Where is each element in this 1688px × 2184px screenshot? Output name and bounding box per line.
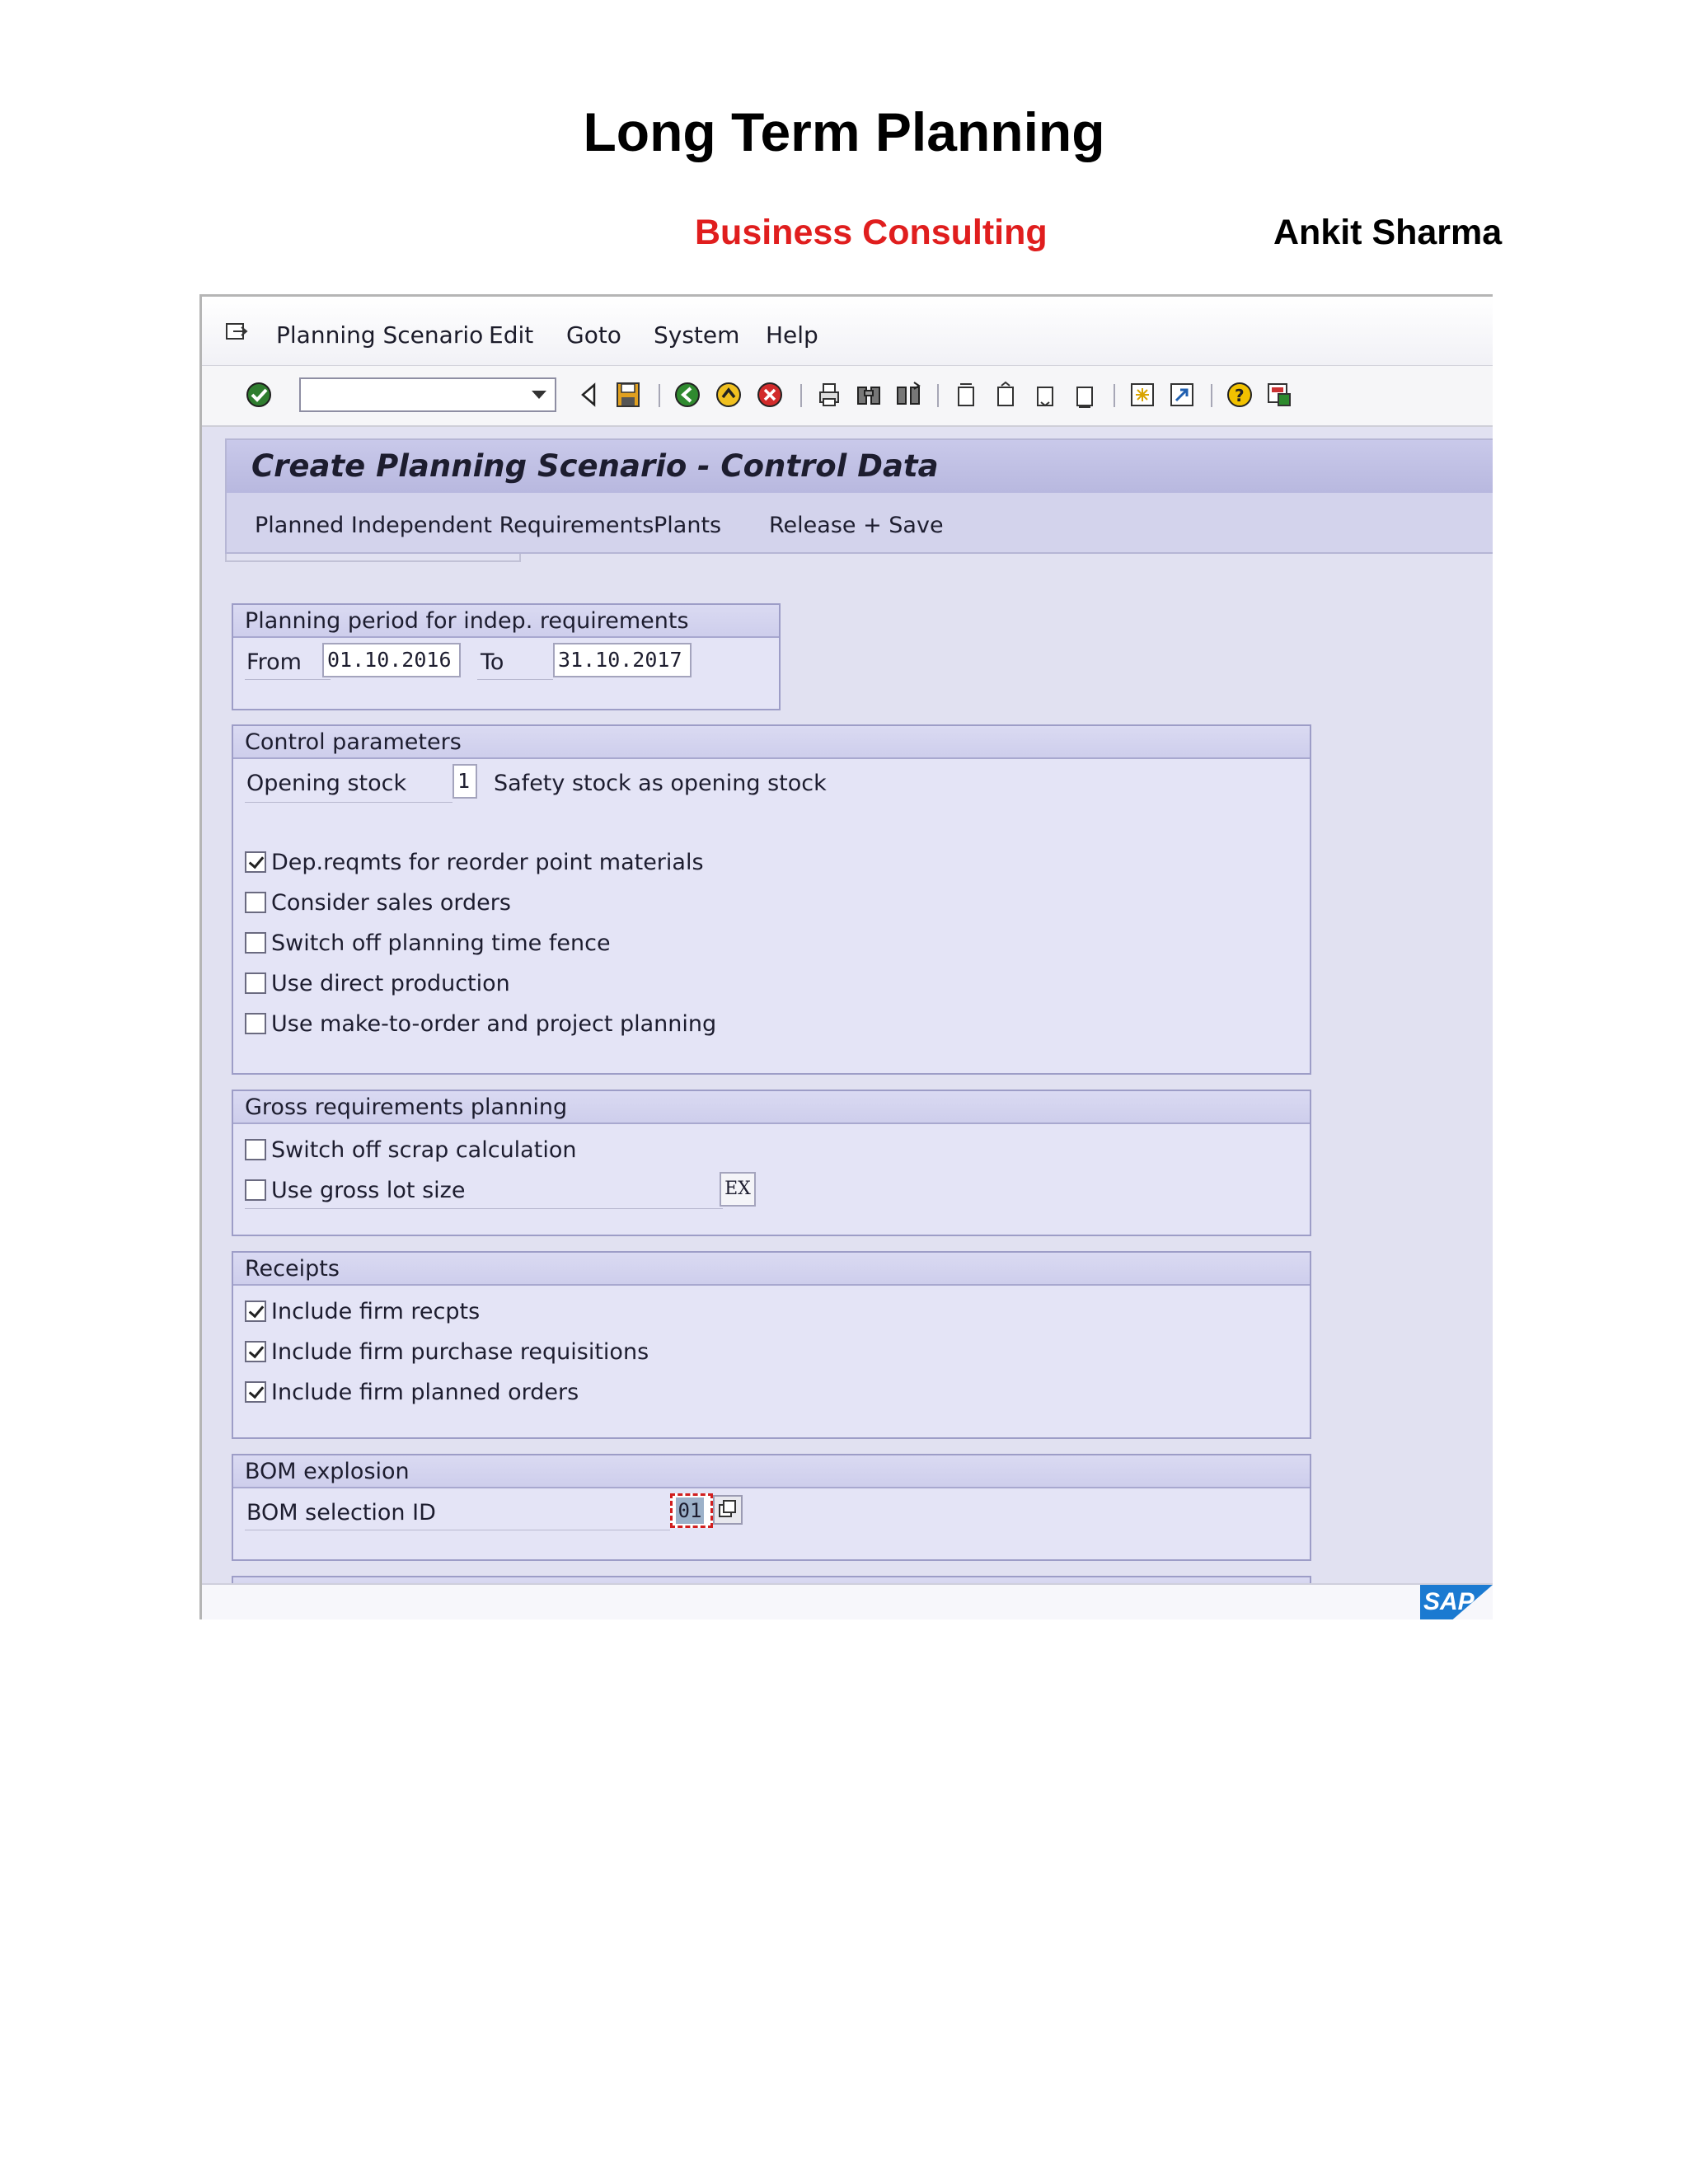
- opening-stock-field[interactable]: 1: [452, 764, 477, 799]
- checkbox-label: Use gross lot size: [271, 1178, 466, 1203]
- checkbox-dep-reqmts[interactable]: [245, 851, 266, 873]
- status-bar: [202, 1583, 1493, 1619]
- toolbar-separator: [800, 384, 802, 407]
- standard-toolbar: ?: [202, 366, 1493, 427]
- label-underline: [245, 1208, 723, 1209]
- menu-help[interactable]: Help: [766, 321, 818, 349]
- checkbox-label: Use make-to-order and project planning: [271, 1011, 717, 1037]
- toolbar-separator: [1211, 384, 1212, 407]
- exit-yellow-icon[interactable]: [715, 381, 743, 409]
- checkbox-direct-production[interactable]: [245, 972, 266, 994]
- menu-planning-scenario[interactable]: Planning Scenario: [276, 321, 483, 349]
- help-icon[interactable]: ?: [1226, 381, 1254, 409]
- customize-layout-icon[interactable]: [1265, 381, 1293, 409]
- checkbox-label: Include firm purchase requisitions: [271, 1339, 649, 1365]
- title-panel: Create Planning Scenario - Control Data …: [225, 438, 1493, 554]
- checkbox-firm-planned-orders[interactable]: [245, 1381, 266, 1403]
- control-parameters-title: Control parameters: [245, 729, 462, 755]
- checkbox-firm-recpts[interactable]: [245, 1301, 266, 1322]
- toolbar-separator: [937, 384, 939, 407]
- document-author: Ankit Sharma: [1273, 213, 1503, 252]
- document-subtitle-business-consulting: Business Consulting: [695, 213, 1048, 252]
- gross-requirements-title: Gross requirements planning: [245, 1094, 568, 1120]
- menu-bar: Planning Scenario Edit Goto System Help: [202, 297, 1493, 366]
- bom-selection-value: 01: [676, 1497, 704, 1524]
- group-header: Control parameters: [233, 726, 1310, 759]
- checkbox-label: Consider sales orders: [271, 890, 511, 916]
- menu-goto[interactable]: Goto: [566, 321, 621, 349]
- find-next-icon[interactable]: [894, 381, 922, 409]
- planning-period-group: Planning period for indep. requirements …: [232, 603, 781, 710]
- bom-explosion-group: BOM explosion BOM selection ID 01: [232, 1454, 1311, 1561]
- checkbox-consider-sales-orders[interactable]: [245, 892, 266, 913]
- save-icon[interactable]: [614, 381, 642, 409]
- group-header: Planning period for indep. requirements: [233, 605, 779, 638]
- svg-text:?: ?: [1235, 386, 1245, 405]
- label-underline: [245, 802, 452, 803]
- label-underline: [245, 679, 331, 680]
- to-label: To: [481, 649, 504, 675]
- last-page-icon[interactable]: [1071, 381, 1099, 409]
- checkbox-gross-lot-size[interactable]: [245, 1179, 266, 1201]
- previous-page-icon[interactable]: [992, 381, 1020, 409]
- planning-period-title: Planning period for indep. requirements: [245, 608, 689, 634]
- checkbox-label: Include firm recpts: [271, 1299, 481, 1324]
- menu-system[interactable]: System: [654, 321, 739, 349]
- title-bar: Create Planning Scenario - Control Data: [227, 440, 1493, 493]
- label-underline: [477, 679, 553, 680]
- chevron-down-icon[interactable]: [532, 391, 546, 399]
- checkbox-switch-off-time-fence[interactable]: [245, 932, 266, 954]
- control-parameters-group: Control parameters Opening stock 1 Safet…: [232, 724, 1311, 1075]
- menu-toggle-icon[interactable]: [225, 321, 248, 341]
- from-label: From: [246, 649, 302, 675]
- shortcut-icon[interactable]: [1168, 381, 1196, 409]
- receipts-title: Receipts: [245, 1256, 340, 1282]
- command-field[interactable]: [299, 377, 556, 412]
- back-arrow-icon[interactable]: [574, 381, 603, 409]
- new-session-icon[interactable]: [1128, 381, 1156, 409]
- bom-selection-label: BOM selection ID: [246, 1500, 436, 1526]
- checkbox-make-to-order[interactable]: [245, 1013, 266, 1034]
- checkbox-label: Dep.reqmts for reorder point materials: [271, 850, 704, 875]
- checkbox-label: Use direct production: [271, 971, 510, 996]
- back-green-icon[interactable]: [673, 381, 701, 409]
- cancel-red-icon[interactable]: [756, 381, 784, 409]
- lot-size-field[interactable]: EX: [720, 1172, 756, 1207]
- toolbar-separator: [1114, 384, 1115, 407]
- menu-edit[interactable]: Edit: [489, 321, 533, 349]
- group-header: BOM explosion: [233, 1455, 1310, 1488]
- opening-stock-description: Safety stock as opening stock: [494, 771, 827, 796]
- first-page-icon[interactable]: [952, 381, 980, 409]
- document-title: Long Term Planning: [583, 101, 1105, 162]
- find-icon[interactable]: [855, 381, 883, 409]
- receipts-group: Receipts Include firm recpts Include fir…: [232, 1251, 1311, 1439]
- to-date-field[interactable]: 31.10.2017: [553, 643, 692, 677]
- app-button-plants[interactable]: Plants: [654, 513, 721, 538]
- bom-explosion-title: BOM explosion: [245, 1459, 410, 1484]
- opening-stock-label: Opening stock: [246, 771, 407, 796]
- screen-title: Create Planning Scenario - Control Data: [251, 448, 939, 484]
- checkbox-label: Switch off planning time fence: [271, 930, 611, 956]
- value-help-button[interactable]: [713, 1495, 743, 1525]
- group-header: Receipts: [233, 1253, 1310, 1286]
- enter-check-icon[interactable]: [245, 381, 273, 409]
- app-button-planned-independent-requirements[interactable]: Planned Independent Requirements: [255, 513, 654, 538]
- bom-selection-field[interactable]: 01: [670, 1493, 713, 1528]
- checkbox-label: Switch off scrap calculation: [271, 1137, 577, 1163]
- sap-window: Planning Scenario Edit Goto System Help: [199, 294, 1493, 1619]
- next-page-icon[interactable]: [1031, 381, 1059, 409]
- checkbox-switch-off-scrap[interactable]: [245, 1139, 266, 1160]
- value-help-icon: [719, 1500, 736, 1517]
- tab-strip-edge: [225, 554, 521, 562]
- print-icon[interactable]: [815, 381, 843, 409]
- app-button-release-save[interactable]: Release + Save: [769, 513, 944, 538]
- checkbox-firm-purchase-requisitions[interactable]: [245, 1341, 266, 1362]
- group-header: Gross requirements planning: [233, 1091, 1310, 1124]
- toolbar-separator: [659, 384, 660, 407]
- gross-requirements-group: Gross requirements planning Switch off s…: [232, 1090, 1311, 1236]
- from-date-field[interactable]: 01.10.2016: [322, 643, 461, 677]
- checkbox-label: Include firm planned orders: [271, 1380, 579, 1405]
